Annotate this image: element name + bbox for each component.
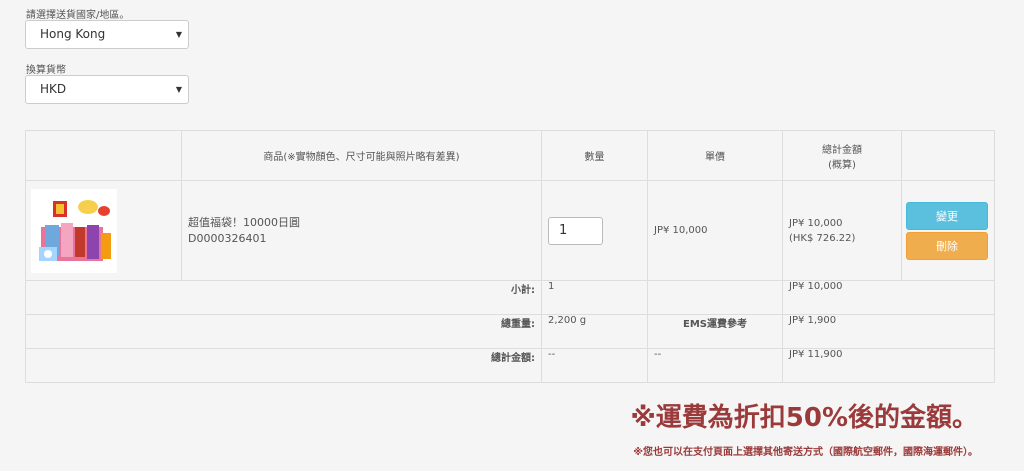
header-image	[25, 130, 182, 181]
product-image-cell	[25, 180, 182, 281]
header-unit-price: 單價	[647, 130, 783, 181]
delete-button[interactable]: 刪除	[906, 231, 988, 260]
line-total-jpy: JP¥ 10,000	[789, 217, 843, 229]
weight-label: 總重量:	[25, 314, 542, 349]
grand-total-label: 總計金額:	[25, 348, 542, 383]
product-thumbnail[interactable]	[31, 188, 117, 273]
cart-table: 商品(※實物顏色、尺寸可能與照片略有差異) 數量 單價 總計金額 (概算) 超值…	[25, 130, 995, 383]
country-label: 請選擇送貨國家/地區。	[26, 10, 130, 21]
weight-row: 總重量: 2,200 g EMS運費參考 JP¥ 1,900	[25, 314, 995, 349]
country-select-value: Hong Kong	[40, 27, 106, 41]
currency-select-value: HKD	[40, 82, 67, 96]
product-name[interactable]: 超值福袋！10000日圓	[188, 215, 535, 231]
country-select[interactable]: Hong Kong ▼	[25, 20, 189, 49]
header-product: 商品(※實物顏色、尺寸可能與照片略有差異)	[181, 130, 542, 181]
subtotal-amount: JP¥ 10,000	[782, 280, 995, 315]
product-code: D0000326401	[188, 231, 267, 245]
cart-item-row: 超值福袋！10000日圓 D0000326401 1 JP¥ 10,000 JP…	[25, 180, 995, 281]
caret-down-icon: ▼	[175, 30, 182, 39]
unit-price-cell: JP¥ 10,000	[647, 180, 783, 281]
line-total-cell: JP¥ 10,000 (HK$ 726.22)	[782, 180, 902, 281]
header-quantity: 數量	[541, 130, 648, 181]
subtotal-row: 小計: 1 JP¥ 10,000	[25, 280, 995, 315]
caret-down-icon: ▼	[175, 85, 182, 94]
line-total-hkd: (HK$ 726.22)	[789, 232, 856, 244]
header-total-label: 總計金額	[822, 144, 862, 156]
header-total-note: (概算)	[828, 159, 856, 171]
cart-header-row: 商品(※實物顏色、尺寸可能與照片略有差異) 數量 單價 總計金額 (概算)	[25, 130, 995, 181]
subtotal-label: 小計:	[25, 280, 542, 315]
subtotal-quantity: 1	[541, 280, 648, 315]
header-actions	[901, 130, 995, 181]
actions-cell: 變更 刪除	[901, 180, 995, 281]
ems-label: EMS運費參考	[647, 314, 783, 349]
shipping-method-notice: ※您也可以在支付頁面上選擇其他寄送方式（國際航空郵件，國際海運郵件）。	[633, 447, 978, 458]
product-info-cell: 超值福袋！10000日圓 D0000326401	[181, 180, 542, 281]
quantity-cell: 1	[541, 180, 648, 281]
lucky-bag-image	[31, 188, 117, 273]
ems-amount: JP¥ 1,900	[782, 314, 995, 349]
header-total: 總計金額 (概算)	[782, 130, 902, 181]
shipping-discount-notice: ※運費為折扣50%後的金額。	[630, 403, 978, 433]
grand-total-amount: JP¥ 11,900	[782, 348, 995, 383]
subtotal-empty	[647, 280, 783, 315]
weight-value: 2,200 g	[541, 314, 648, 349]
grand-total-row: 總計金額: -- -- JP¥ 11,900	[25, 348, 995, 383]
quantity-input[interactable]: 1	[548, 216, 603, 245]
grand-total-unit: --	[647, 348, 783, 383]
currency-select[interactable]: HKD ▼	[25, 75, 189, 104]
currency-label: 換算貨幣	[26, 65, 66, 76]
change-button[interactable]: 變更	[906, 201, 988, 230]
grand-total-qty: --	[541, 348, 648, 383]
